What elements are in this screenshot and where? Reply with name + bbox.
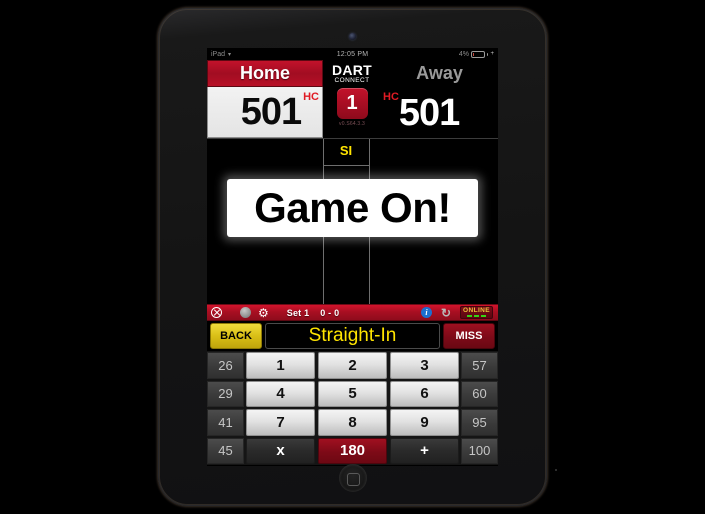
quick-score-right-3[interactable]: 95 <box>461 409 498 436</box>
quick-score-left-1[interactable]: 26 <box>207 352 244 379</box>
online-status-badge[interactable]: ONLINE <box>460 306 493 319</box>
dartconnect-logo: DART CONNECT <box>323 60 381 87</box>
tablet-device: iPad ▾ 12:05 PM 4% + Home DART CONNECT A… <box>158 8 547 506</box>
score-keypad: 26 1 2 3 57 29 4 5 6 60 41 7 8 9 95 45 x… <box>207 351 498 465</box>
status-bar: iPad ▾ 12:05 PM 4% + <box>207 48 498 60</box>
key-5[interactable]: 5 <box>318 380 387 407</box>
key-plus[interactable]: + <box>390 437 459 464</box>
quick-score-right-2[interactable]: 60 <box>461 380 498 407</box>
scoreboard: Home DART CONNECT Away 501 HC 1 v0.S64.3… <box>207 60 498 138</box>
battery-icon <box>470 50 485 58</box>
away-score-value: 501 <box>398 91 460 134</box>
front-camera <box>349 33 356 40</box>
miss-button[interactable]: MISS <box>443 323 495 349</box>
game-mode-display[interactable]: Straight-In <box>265 323 440 349</box>
online-status-label: ONLINE <box>463 307 490 315</box>
player-names-row: Home DART CONNECT Away <box>207 60 498 87</box>
key-180[interactable]: 180 <box>318 437 387 464</box>
set-score-label: 0 - 0 <box>320 307 340 318</box>
player-scores-row: 501 HC 1 v0.S64.3.3 HC 501 <box>207 87 498 138</box>
leg-number-badge[interactable]: 1 <box>336 88 368 119</box>
quick-score-left-2[interactable]: 29 <box>207 380 244 407</box>
status-bar-right: 4% + <box>458 50 494 58</box>
app-version-label: v0.S64.3.3 <box>339 121 365 127</box>
charging-bolt-icon: + <box>490 51 494 57</box>
keypad-row: 29 4 5 6 60 <box>207 380 498 409</box>
keypad-row: 41 7 8 9 95 <box>207 408 498 437</box>
gear-icon[interactable]: ⚙ <box>258 307 269 319</box>
home-score-panel[interactable]: 501 HC <box>207 87 323 138</box>
away-score-panel[interactable]: HC 501 <box>381 87 498 138</box>
game-on-banner: Game On! <box>227 179 478 237</box>
info-icon[interactable]: i <box>420 307 432 318</box>
key-6[interactable]: 6 <box>390 380 459 407</box>
signal-strength-bars <box>467 314 487 317</box>
quick-score-left-3[interactable]: 41 <box>207 409 244 436</box>
game-toolbar: ⚙ Set 1 0 - 0 i ↻ ONLINE <box>207 304 498 321</box>
battery-tip <box>486 52 489 56</box>
quick-score-left-4[interactable]: 45 <box>207 437 244 464</box>
key-3[interactable]: 3 <box>390 352 459 379</box>
status-bar-clock: 12:05 PM <box>336 50 369 58</box>
quick-score-right-1[interactable]: 57 <box>461 352 498 379</box>
background-speck <box>555 469 557 471</box>
away-player-name[interactable]: Away <box>381 60 498 87</box>
brand-connect-text: CONNECT <box>334 76 370 84</box>
key-9[interactable]: 9 <box>390 409 459 436</box>
key-8[interactable]: 8 <box>318 409 387 436</box>
column-header-underline <box>323 165 369 166</box>
back-button[interactable]: BACK <box>210 323 262 349</box>
key-2[interactable]: 2 <box>318 352 387 379</box>
close-circle-icon[interactable] <box>211 307 222 318</box>
refresh-icon[interactable]: ↻ <box>441 307 451 319</box>
set-label: Set 1 <box>286 307 310 318</box>
battery-percent-label: 4% <box>458 50 469 58</box>
away-handicap-label: HC <box>383 91 399 103</box>
home-button[interactable] <box>338 464 367 492</box>
key-1[interactable]: 1 <box>246 352 315 379</box>
home-player-name[interactable]: Home <box>207 60 323 87</box>
key-7[interactable]: 7 <box>246 409 315 436</box>
leg-indicator-panel: 1 v0.S64.3.3 <box>323 87 381 138</box>
action-row: BACK Straight-In MISS <box>207 321 498 351</box>
keypad-row: 26 1 2 3 57 <box>207 351 498 380</box>
brand-dart-text: DART <box>331 61 373 78</box>
game-area: SI Game On! <box>207 138 498 304</box>
home-score-value: 501 <box>240 91 302 133</box>
key-4[interactable]: 4 <box>246 380 315 407</box>
straight-in-column-marker: SI <box>339 143 353 158</box>
keypad-row: 45 x 180 + 100 <box>207 437 498 466</box>
device-screen: iPad ▾ 12:05 PM 4% + Home DART CONNECT A… <box>207 48 498 466</box>
home-handicap-label: HC <box>303 91 319 103</box>
quick-score-right-4[interactable]: 100 <box>461 437 498 464</box>
key-multiply[interactable]: x <box>246 437 315 464</box>
circle-icon[interactable] <box>240 307 251 318</box>
